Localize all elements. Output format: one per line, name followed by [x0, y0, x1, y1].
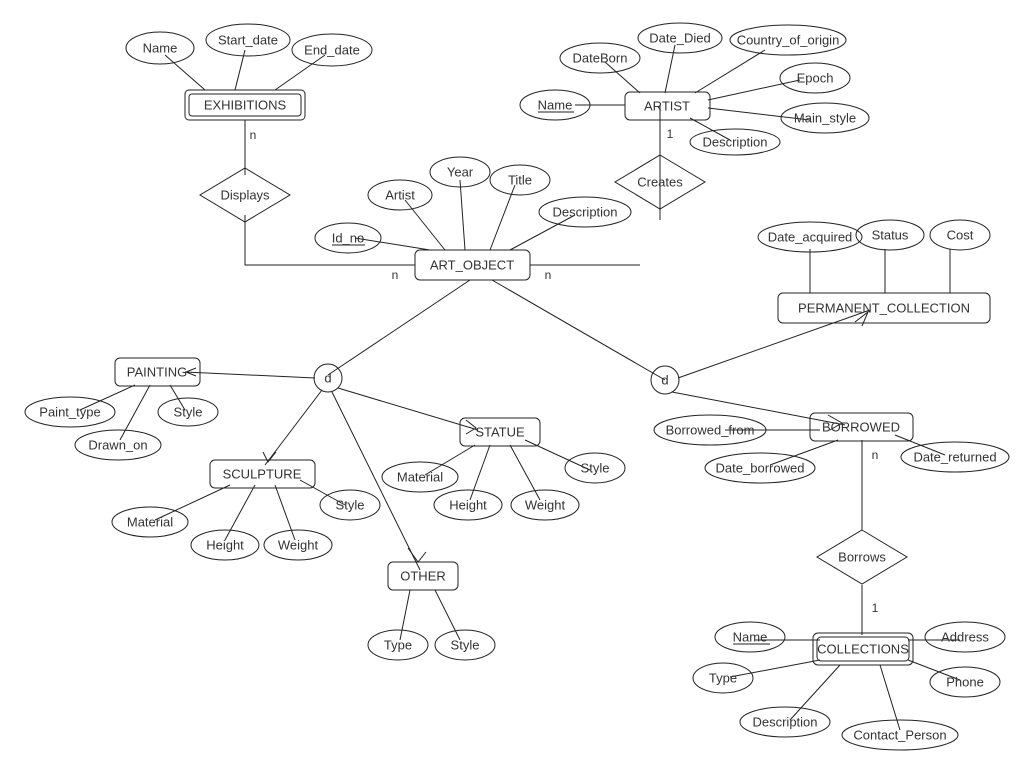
attr-co-type-label: Type — [709, 671, 737, 686]
edge — [338, 388, 478, 430]
entity-sculpture-label: SCULPTURE — [223, 467, 302, 482]
edge — [328, 280, 470, 375]
attr-ao-desc-label: Description — [552, 205, 617, 220]
attr-sc-weight-label: Weight — [278, 538, 319, 553]
attr-co-phone-label: Phone — [946, 675, 984, 690]
attr-co-contact-label: Contact_Person — [853, 728, 946, 743]
attr-sc-material-label: Material — [127, 515, 173, 530]
rel-borrows-label: Borrows — [838, 550, 886, 565]
attr-exh-name-label: Name — [143, 41, 178, 56]
edge — [492, 280, 665, 380]
attr-bo-datereturned-label: Date_returned — [913, 450, 996, 465]
attr-bo-dateborrowed-label: Date_borrowed — [716, 461, 805, 476]
edge — [470, 445, 490, 500]
attr-ar-mainstyle-label: Main_style — [794, 111, 856, 126]
edge — [275, 55, 325, 90]
card-ao-left-n: n — [392, 268, 399, 282]
attr-st-weight-label: Weight — [525, 498, 566, 513]
attr-ar-epoch-label: Epoch — [797, 71, 834, 86]
entity-artist-label: ARTIST — [644, 99, 690, 114]
edge — [245, 215, 415, 265]
attr-pa-style-label: Style — [174, 405, 203, 420]
attr-pc-status-label: Status — [872, 228, 909, 243]
attr-exh-end-label: End_date — [304, 43, 360, 58]
attr-ar-datedied-label: Date_Died — [649, 31, 710, 46]
edge — [790, 665, 840, 720]
card-exh-n: n — [250, 128, 257, 142]
entity-art-object-label: ART_OBJECT — [430, 258, 514, 273]
attr-exh-start-label: Start_date — [218, 33, 278, 48]
attr-co-address-label: Address — [941, 630, 989, 645]
attr-st-material-label: Material — [397, 470, 443, 485]
edge — [400, 590, 410, 640]
attr-pc-dateacq-label: Date_acquired — [768, 230, 853, 245]
entity-other-label: OTHER — [400, 569, 446, 584]
attr-ot-style-label: Style — [451, 638, 480, 653]
rel-displays-label: Displays — [220, 188, 270, 203]
edge — [678, 310, 870, 378]
entity-collections-label: COLLECTIONS — [817, 642, 909, 657]
edge — [460, 180, 465, 250]
rel-creates-label: Creates — [637, 175, 683, 190]
edge — [708, 80, 800, 100]
entity-permanent-collection-label: PERMANENT_COLLECTION — [798, 301, 970, 316]
edge — [510, 215, 575, 250]
card-collections-1: 1 — [872, 601, 879, 615]
attr-pa-drawnon-label: Drawn_on — [88, 438, 147, 453]
edge — [265, 390, 322, 465]
card-borrowed-n: n — [872, 448, 879, 462]
entity-borrowed-label: BORROWED — [822, 420, 900, 435]
edge — [695, 50, 765, 93]
entity-exhibitions-label: EXHIBITIONS — [204, 98, 287, 113]
edge — [605, 62, 640, 93]
edge — [165, 55, 205, 90]
attr-co-desc-label: Description — [752, 715, 817, 730]
edge — [672, 392, 845, 425]
entity-statue-label: STATUE — [475, 425, 525, 440]
edge — [510, 445, 540, 500]
attr-ar-desc-label: Description — [702, 135, 767, 150]
attr-sc-height-label: Height — [206, 538, 244, 553]
attr-ar-dateborn-label: DateBorn — [573, 51, 628, 66]
attr-ar-name-label: Name — [538, 98, 573, 113]
attr-co-name-label: Name — [733, 630, 768, 645]
edge — [730, 660, 820, 677]
disjoint-2-label: d — [661, 373, 668, 388]
disjoint-1-label: d — [324, 371, 331, 386]
attr-sc-style-label: Style — [336, 498, 365, 513]
card-artist-1: 1 — [667, 127, 674, 141]
attr-ar-country-label: Country_of_origin — [737, 33, 840, 48]
attr-pc-cost-label: Cost — [947, 228, 974, 243]
edge — [120, 385, 150, 440]
attr-ot-type-label: Type — [384, 638, 412, 653]
attr-st-height-label: Height — [449, 498, 487, 513]
attr-pa-painttype-label: Paint_type — [39, 405, 100, 420]
attr-st-style-label: Style — [581, 461, 610, 476]
edge — [185, 372, 315, 378]
edge — [405, 200, 445, 250]
attr-ao-artist-label: Artist — [385, 188, 415, 203]
attr-ao-year-label: Year — [447, 165, 474, 180]
attr-ao-idno-label: Id_no — [332, 231, 365, 246]
attr-ao-title-label: Title — [508, 173, 532, 188]
edge — [355, 238, 430, 250]
card-ao-right-n: n — [545, 268, 552, 282]
er-diagram: EXHIBITIONS ART_OBJECT ARTIST PAINTING S… — [0, 0, 1024, 778]
entity-painting-label: PAINTING — [127, 365, 187, 380]
edge — [275, 485, 295, 540]
attr-bo-from-label: Borrowed_from — [666, 423, 755, 438]
